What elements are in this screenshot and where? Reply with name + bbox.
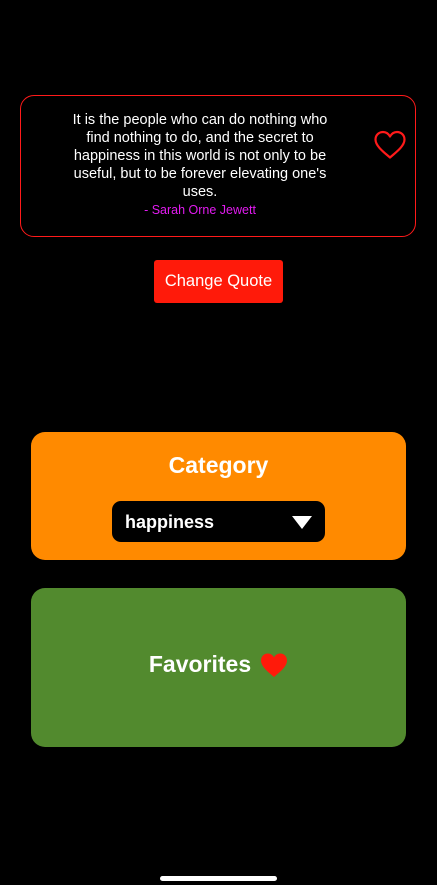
category-title: Category <box>168 452 269 478</box>
favorites-label: Favorites <box>148 651 252 677</box>
category-dropdown[interactable]: happiness <box>112 501 325 542</box>
heart-outline-icon <box>374 130 406 159</box>
favorite-toggle-button[interactable] <box>373 128 407 162</box>
favorites-button[interactable]: Favorites <box>31 588 406 747</box>
change-quote-button[interactable]: Change Quote <box>154 260 283 303</box>
home-indicator[interactable] <box>160 876 277 881</box>
category-card: Category happiness <box>31 432 406 560</box>
favorites-content: Favorites <box>31 651 406 678</box>
category-selected-value: happiness <box>125 512 215 532</box>
quote-card: It is the people who can do nothing who … <box>20 95 416 237</box>
heart-filled-icon <box>260 652 288 678</box>
quote-author: - Sarah Orne Jewett <box>144 203 256 217</box>
quote-text: It is the people who can do nothing who … <box>72 112 328 200</box>
triangle-down-icon <box>292 516 312 529</box>
quote-content: It is the people who can do nothing who … <box>59 111 341 218</box>
